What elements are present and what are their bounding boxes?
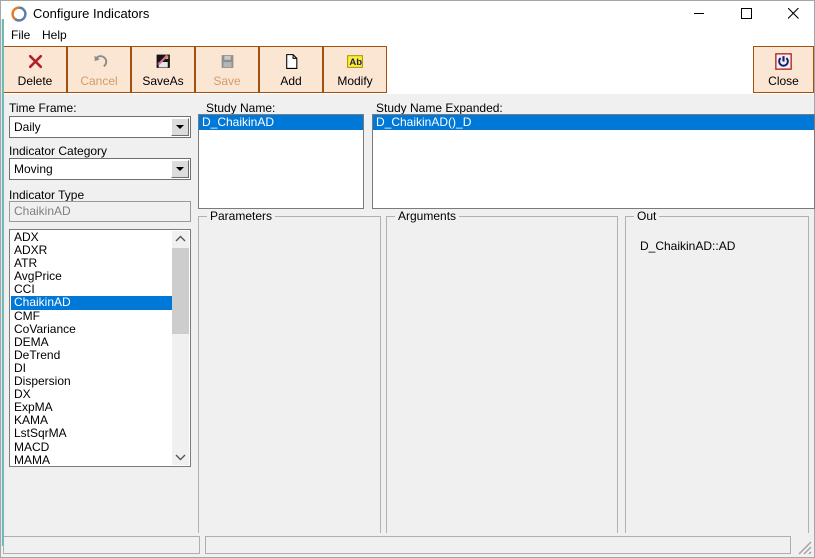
modify-button[interactable]: Ab Modify <box>323 46 387 93</box>
status-panel-main <box>205 536 791 554</box>
saveas-button[interactable]: SaveAs <box>131 46 195 93</box>
delete-button-label: Delete <box>4 74 66 88</box>
delete-button[interactable]: Delete <box>3 46 67 93</box>
list-item[interactable]: DeTrend <box>11 349 172 362</box>
list-item[interactable]: CMF <box>11 310 172 323</box>
cancel-button[interactable]: Cancel <box>67 46 131 93</box>
status-panel-left <box>3 536 200 554</box>
minimize-icon[interactable] <box>684 1 714 26</box>
desktop-edge-strip <box>1 19 4 546</box>
menu-bar: File Help <box>1 26 814 44</box>
parameters-label: Parameters <box>207 209 275 223</box>
time-frame-value: Daily <box>14 120 41 134</box>
floppy-pencil-icon <box>132 51 194 72</box>
indicator-category-select[interactable]: Moving <box>9 158 191 180</box>
scrollbar-thumb[interactable] <box>172 248 189 334</box>
study-name-expanded-label: Study Name Expanded: <box>376 101 503 115</box>
out-groupbox: Out D_ChaikinAD::AD <box>625 216 809 534</box>
parameters-groupbox: Parameters <box>198 216 381 534</box>
scroll-down-icon[interactable] <box>172 450 189 465</box>
add-button-label: Add <box>260 74 322 88</box>
cancel-button-label: Cancel <box>68 74 130 88</box>
undo-arrow-icon <box>68 51 130 72</box>
time-frame-label: Time Frame: <box>9 101 77 115</box>
time-frame-select[interactable]: Daily <box>9 116 191 138</box>
indicator-list: ADXADXRATRAvgPriceCCIChaikinADCMFCoVaria… <box>11 231 172 465</box>
list-item[interactable]: Dispersion <box>11 375 172 388</box>
list-item[interactable]: MACD <box>11 441 172 454</box>
save-button[interactable]: Save <box>195 46 259 93</box>
close-button-label: Close <box>754 74 813 88</box>
chevron-down-icon[interactable] <box>171 118 189 136</box>
list-item[interactable]: AvgPrice <box>11 270 172 283</box>
arguments-groupbox: Arguments <box>386 216 618 534</box>
new-document-icon <box>260 51 322 72</box>
scroll-up-icon[interactable] <box>172 231 189 246</box>
arguments-label: Arguments <box>395 209 459 223</box>
svg-text:Ab: Ab <box>349 57 362 68</box>
saveas-button-label: SaveAs <box>132 74 194 88</box>
indicator-listbox: ADXADXRATRAvgPriceCCIChaikinADCMFCoVaria… <box>9 229 191 467</box>
status-bar <box>1 533 814 557</box>
window-title: Configure Indicators <box>33 6 149 21</box>
list-item[interactable]: ChaikinAD <box>11 296 172 309</box>
toolbar: Delete Cancel SaveAs <box>1 44 814 94</box>
indicator-type-field: ChaikinAD <box>9 201 191 222</box>
resize-grip[interactable] <box>798 541 812 555</box>
app-logo-icon <box>10 5 28 23</box>
list-item[interactable]: DEMA <box>11 336 172 349</box>
modify-button-label: Modify <box>324 74 386 88</box>
list-item[interactable]: MAMA <box>11 454 172 465</box>
study-name-selected-row[interactable]: D_ChaikinAD <box>199 115 363 130</box>
out-label: Out <box>634 209 659 223</box>
configure-indicators-dialog: Configure Indicators File Help Delete <box>0 0 815 558</box>
indicator-category-value: Moving <box>14 162 53 176</box>
indicator-type-label: Indicator Type <box>9 188 84 202</box>
study-name-list: D_ChaikinAD <box>198 114 364 209</box>
out-value: D_ChaikinAD::AD <box>640 239 735 253</box>
study-name-label: Study Name: <box>206 101 275 115</box>
list-item[interactable]: CoVariance <box>11 323 172 336</box>
delete-x-icon <box>4 51 66 72</box>
title-bar: Configure Indicators <box>1 1 814 26</box>
menu-file[interactable]: File <box>6 26 35 44</box>
menu-help[interactable]: Help <box>37 26 72 44</box>
maximize-icon[interactable] <box>731 1 761 26</box>
close-button[interactable]: Close <box>753 46 814 93</box>
close-window-icon[interactable] <box>778 1 808 26</box>
save-button-label: Save <box>196 74 258 88</box>
indicator-list-scrollbar[interactable] <box>172 231 189 465</box>
chevron-down-icon[interactable] <box>171 160 189 178</box>
add-button[interactable]: Add <box>259 46 323 93</box>
ab-edit-icon: Ab <box>324 51 386 72</box>
study-name-expanded-selected-row[interactable]: D_ChaikinAD()_D <box>373 115 814 130</box>
power-icon <box>754 51 813 72</box>
list-item[interactable]: LstSqrMA <box>11 427 172 440</box>
study-name-expanded-list: D_ChaikinAD()_D <box>372 114 815 209</box>
indicator-category-label: Indicator Category <box>9 144 107 158</box>
floppy-icon <box>196 51 258 72</box>
